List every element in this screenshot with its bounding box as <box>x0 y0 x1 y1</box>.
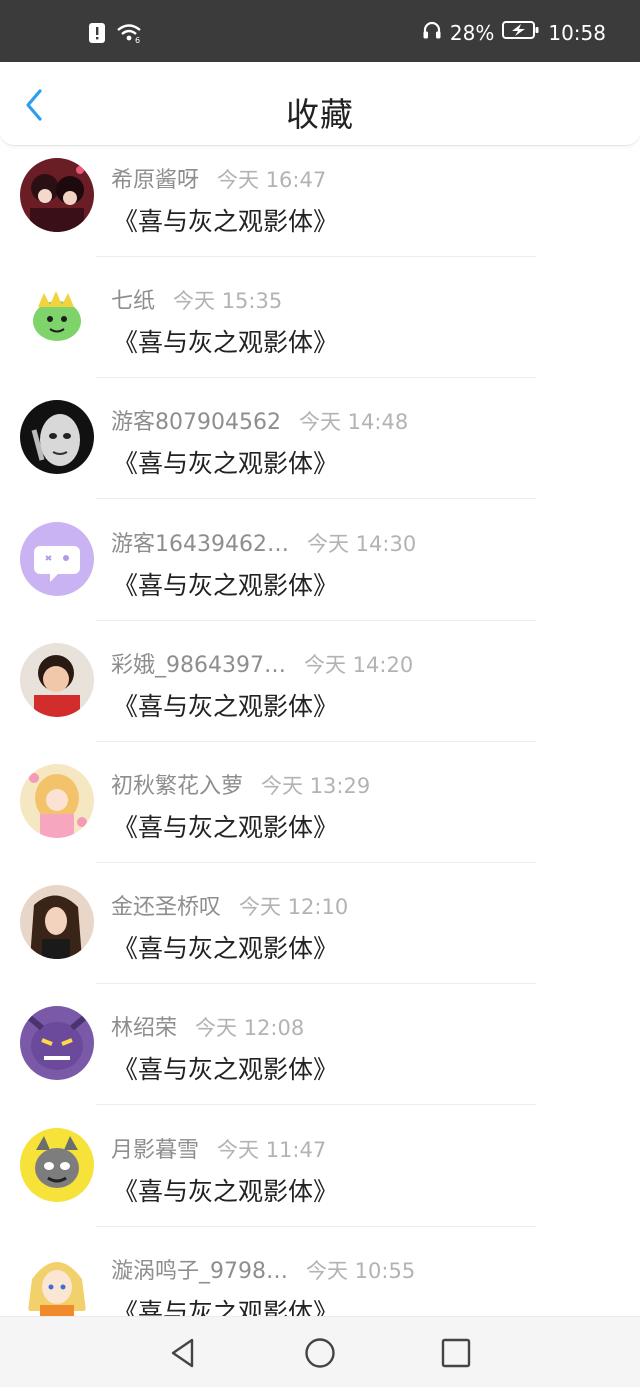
timestamp: 今天 12:10 <box>239 895 349 920</box>
battery-percent: 28% <box>449 20 495 45</box>
home-circle-icon <box>305 1338 335 1368</box>
favorite-title[interactable]: 《喜与灰之观影体》 <box>113 1172 338 1208</box>
avatar[interactable] <box>20 1006 94 1081</box>
username[interactable]: 初秋繁花入萝 <box>111 768 243 800</box>
avatar[interactable] <box>20 885 94 960</box>
page-title: 收藏 <box>286 95 354 134</box>
favorite-title[interactable]: 《喜与灰之观影体》 <box>113 323 338 359</box>
notification-alert-icon <box>88 22 106 48</box>
svg-text:6: 6 <box>135 36 140 44</box>
list-item[interactable]: 希原酱呀 今天 16:47 《喜与灰之观影体》 <box>0 146 640 267</box>
timestamp: 今天 10:55 <box>306 1258 416 1283</box>
nav-recents-button[interactable] <box>440 1337 472 1369</box>
list-item[interactable]: 金还圣桥叹 今天 12:10 《喜与灰之观影体》 <box>0 873 640 994</box>
username[interactable]: 游客807904562 <box>111 404 281 436</box>
username[interactable]: 希原酱呀 <box>111 162 199 194</box>
divider <box>96 1225 536 1227</box>
avatar[interactable] <box>20 763 94 838</box>
avatar[interactable] <box>20 279 94 354</box>
nav-home-button[interactable] <box>304 1337 336 1369</box>
clock: 10:58 <box>548 20 606 45</box>
favorite-title[interactable]: 《喜与灰之观影体》 <box>113 808 338 844</box>
app-header: 收藏 <box>0 62 640 146</box>
avatar[interactable] <box>20 400 94 475</box>
list-item[interactable]: 游客16439462… 今天 14:30 《喜与灰之观影体》 <box>0 510 640 631</box>
headphones-icon <box>422 20 442 45</box>
favorite-title[interactable]: 《喜与灰之观影体》 <box>113 566 338 602</box>
wifi-icon: 6 <box>116 22 144 48</box>
username[interactable]: 彩娥_9864397… <box>111 647 286 679</box>
divider <box>96 740 536 742</box>
recents-square-icon <box>441 1338 471 1368</box>
divider <box>96 861 536 863</box>
username[interactable]: 月影暮雪 <box>111 1132 199 1164</box>
username[interactable]: 林绍荣 <box>111 1010 177 1042</box>
username[interactable]: 七纸 <box>111 283 155 315</box>
favorite-title[interactable]: 《喜与灰之观影体》 <box>113 444 338 480</box>
username[interactable]: 金还圣桥叹 <box>111 889 221 921</box>
divider <box>96 256 536 257</box>
favorite-title[interactable]: 《喜与灰之观影体》 <box>113 202 338 238</box>
list-item[interactable]: 月影暮雪 今天 11:47 《喜与灰之观影体》 <box>0 1116 640 1237</box>
timestamp: 今天 15:35 <box>173 289 283 314</box>
avatar[interactable] <box>20 158 94 232</box>
battery-charging-icon <box>502 20 540 45</box>
favorite-title[interactable]: 《喜与灰之观影体》 <box>113 1293 338 1316</box>
timestamp: 今天 11:47 <box>217 1137 327 1162</box>
divider <box>96 377 536 379</box>
timestamp: 今天 13:29 <box>261 773 371 798</box>
timestamp: 今天 12:08 <box>195 1016 305 1041</box>
list-item[interactable]: 彩娥_9864397… 今天 14:20 《喜与灰之观影体》 <box>0 631 640 752</box>
avatar[interactable] <box>20 1248 94 1316</box>
avatar[interactable] <box>20 642 94 717</box>
username[interactable]: 游客16439462… <box>111 526 289 558</box>
divider <box>96 1104 536 1106</box>
list-item[interactable]: 游客807904562 今天 14:48 《喜与灰之观影体》 <box>0 388 640 509</box>
timestamp: 今天 16:47 <box>217 168 327 192</box>
avatar[interactable] <box>20 1127 94 1202</box>
divider <box>96 983 536 985</box>
system-nav-bar <box>0 1316 640 1387</box>
timestamp: 今天 14:20 <box>303 652 414 677</box>
avatar[interactable] <box>20 521 94 596</box>
list-item[interactable]: 漩涡鸣子_9798… 今天 10:55 《喜与灰之观影体》 <box>0 1237 640 1316</box>
list-item[interactable]: 林绍荣 今天 12:08 《喜与灰之观影体》 <box>0 994 640 1115</box>
username[interactable]: 漩涡鸣子_9798… <box>111 1253 288 1285</box>
status-bar: 6 28% 10:58 <box>0 0 640 62</box>
favorite-title[interactable]: 《喜与灰之观影体》 <box>113 687 338 723</box>
timestamp: 今天 14:48 <box>298 410 409 435</box>
list-item[interactable]: 初秋繁花入萝 今天 13:29 《喜与灰之观影体》 <box>0 752 640 873</box>
divider <box>96 498 536 500</box>
list-item[interactable]: 七纸 今天 15:35 《喜与灰之观影体》 <box>0 267 640 388</box>
back-triangle-icon <box>171 1338 194 1368</box>
divider <box>96 619 536 621</box>
favorite-title[interactable]: 《喜与灰之观影体》 <box>113 1050 338 1086</box>
nav-back-button[interactable] <box>168 1337 200 1369</box>
favorites-list: 希原酱呀 今天 16:47 《喜与灰之观影体》 七纸 今天 15:35 《喜与灰… <box>0 146 640 1316</box>
timestamp: 今天 14:30 <box>306 531 417 556</box>
favorite-title[interactable]: 《喜与灰之观影体》 <box>113 929 338 965</box>
